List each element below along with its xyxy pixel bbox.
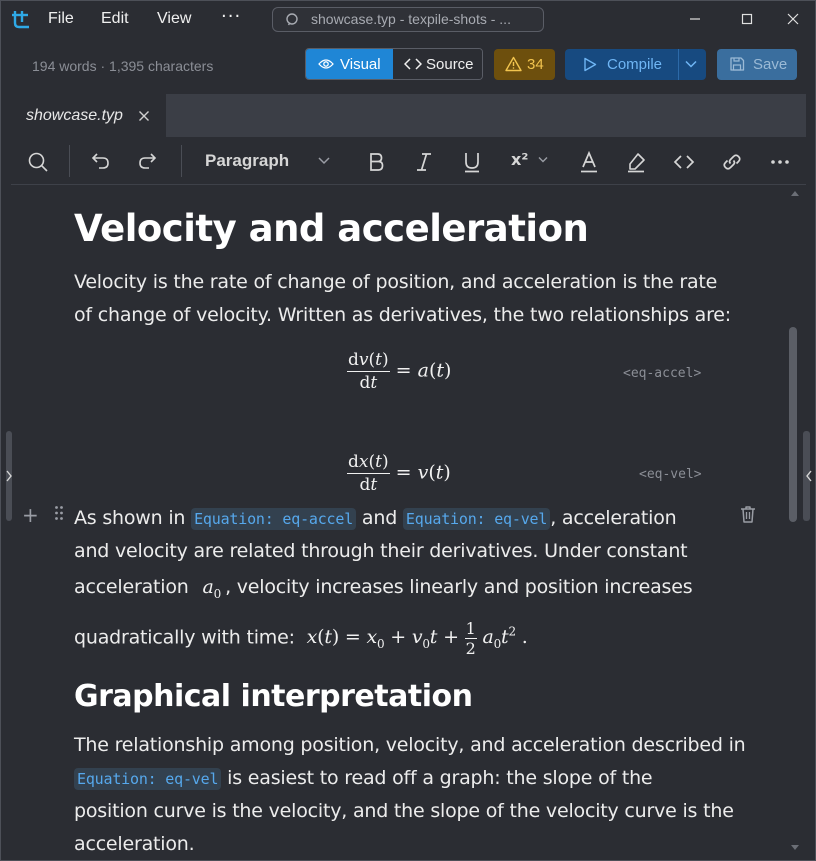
link-icon[interactable] bbox=[721, 151, 743, 173]
paragraph-relations-line1[interactable]: As shown in Equation: eq-accel and Equat… bbox=[74, 502, 677, 535]
compile-divider bbox=[678, 49, 679, 80]
paragraph-graph-line2[interactable]: Equation: eq-vel is easiest to read off … bbox=[74, 762, 653, 795]
close-tab-icon[interactable] bbox=[138, 110, 150, 122]
code-icon[interactable] bbox=[673, 151, 695, 173]
block-type-select[interactable]: Paragraph bbox=[205, 151, 289, 171]
paragraph-relations-line2[interactable]: and velocity are related through their d… bbox=[74, 535, 688, 568]
text-run: , acceleration bbox=[550, 507, 677, 529]
text-run: and bbox=[361, 507, 398, 529]
right-panel-toggle[interactable] bbox=[801, 431, 815, 521]
more-options-icon[interactable] bbox=[769, 151, 791, 173]
source-label: Source bbox=[426, 56, 474, 73]
minimize-icon[interactable] bbox=[685, 9, 705, 29]
math-position-equation: x(t) = x0 + v0t + 12 a0t2 . bbox=[306, 618, 528, 658]
vertical-scrollbar-thumb[interactable] bbox=[789, 327, 797, 522]
source-mode-button[interactable]: Source bbox=[393, 49, 482, 79]
bold-icon[interactable] bbox=[365, 151, 387, 173]
compile-label: Compile bbox=[607, 56, 663, 73]
math-a0: a0 bbox=[202, 576, 222, 601]
close-window-icon[interactable] bbox=[783, 9, 803, 29]
text-run: is easiest to read off a graph: the slop… bbox=[227, 767, 653, 789]
view-mode-toggle: Visual Source bbox=[305, 48, 483, 80]
editor-area[interactable]: Velocity and acceleration Velocity is th… bbox=[11, 185, 806, 860]
reference-eq-vel[interactable]: Equation: eq-vel bbox=[402, 508, 551, 530]
paragraph-graph-line1[interactable]: The relationship among position, velocit… bbox=[74, 729, 746, 762]
highlight-icon[interactable] bbox=[625, 151, 647, 173]
find-icon[interactable] bbox=[27, 151, 49, 173]
compile-button[interactable]: Compile bbox=[565, 49, 706, 80]
visual-mode-button[interactable]: Visual bbox=[306, 49, 393, 79]
paragraph-relations-line4[interactable]: quadratically with time: x(t) = x0 + v0t… bbox=[74, 616, 528, 661]
maximize-icon[interactable] bbox=[737, 9, 757, 29]
tab-strip: showcase.typ bbox=[11, 94, 806, 137]
chevron-down-icon[interactable] bbox=[685, 60, 697, 68]
equation-label-accel: <eq-accel> bbox=[623, 366, 702, 381]
menu-edit[interactable]: Edit bbox=[101, 10, 129, 28]
text-color-icon[interactable] bbox=[578, 151, 600, 173]
scroll-down-icon[interactable] bbox=[790, 843, 800, 853]
drag-handle-icon[interactable] bbox=[54, 505, 64, 521]
code-icon bbox=[404, 58, 422, 70]
paragraph-relations-line3[interactable]: acceleration a0, velocity increases line… bbox=[74, 571, 693, 611]
format-toolbar: Paragraph x² bbox=[11, 138, 806, 185]
text-run: , velocity increases linearly and positi… bbox=[225, 576, 693, 598]
warnings-button[interactable]: 34 bbox=[494, 49, 555, 80]
text-run: quadratically with time: bbox=[74, 626, 295, 649]
menu-view[interactable]: View bbox=[157, 10, 191, 28]
equation-vel[interactable]: dx(t) dt = v(t) bbox=[347, 451, 451, 496]
heading-velocity-acceleration[interactable]: Velocity and acceleration bbox=[74, 207, 589, 250]
text-run: acceleration bbox=[74, 576, 189, 598]
undo-icon[interactable] bbox=[89, 151, 111, 173]
left-panel-toggle[interactable] bbox=[1, 431, 13, 521]
play-icon bbox=[584, 57, 597, 72]
toolbar-divider bbox=[181, 145, 182, 177]
tab-showcase[interactable]: showcase.typ bbox=[11, 94, 166, 137]
title-bar: File Edit View ··· showcase.typ - texpil… bbox=[1, 1, 815, 39]
superscript-button[interactable]: x² bbox=[511, 150, 528, 172]
chevron-down-icon[interactable] bbox=[317, 155, 331, 167]
save-button[interactable]: Save bbox=[717, 49, 797, 80]
search-icon bbox=[286, 13, 298, 26]
italic-icon[interactable] bbox=[413, 151, 435, 173]
menu-more[interactable]: ··· bbox=[221, 6, 241, 27]
app-logo-icon bbox=[12, 11, 29, 29]
add-block-button[interactable]: + bbox=[22, 503, 39, 527]
tab-label: showcase.typ bbox=[26, 107, 123, 124]
underline-icon[interactable] bbox=[461, 151, 483, 173]
paragraph-graph-line4[interactable]: acceleration. bbox=[74, 828, 195, 860]
text-run: As shown in bbox=[74, 507, 186, 529]
menu-file[interactable]: File bbox=[48, 10, 74, 28]
chevron-down-icon[interactable] bbox=[537, 155, 549, 165]
redo-icon[interactable] bbox=[137, 151, 159, 173]
warning-count: 34 bbox=[527, 56, 544, 73]
reference-eq-vel[interactable]: Equation: eq-vel bbox=[74, 768, 222, 790]
trash-icon[interactable] bbox=[738, 504, 758, 524]
warning-icon bbox=[505, 56, 522, 72]
heading-graphical-interpretation[interactable]: Graphical interpretation bbox=[74, 679, 473, 714]
command-search[interactable]: showcase.typ - texpile-shots - ... bbox=[272, 7, 544, 32]
save-icon bbox=[730, 57, 745, 71]
equation-accel[interactable]: dv(t) dt = a(t) bbox=[347, 349, 451, 394]
equation-label-vel: <eq-vel> bbox=[639, 467, 702, 482]
scroll-up-icon[interactable] bbox=[790, 188, 800, 198]
paragraph-intro[interactable]: Velocity is the rate of change of positi… bbox=[74, 266, 734, 332]
search-text: showcase.typ - texpile-shots - ... bbox=[311, 11, 511, 27]
reference-eq-accel[interactable]: Equation: eq-accel bbox=[191, 508, 357, 530]
toolbar-divider bbox=[69, 145, 70, 177]
save-label: Save bbox=[753, 56, 788, 73]
visual-label: Visual bbox=[340, 56, 381, 73]
app-window: File Edit View ··· showcase.typ - texpil… bbox=[0, 0, 816, 861]
paragraph-graph-line3[interactable]: position curve is the velocity, and the … bbox=[74, 795, 734, 828]
document-stats: 194 words · 1,395 characters bbox=[32, 58, 214, 74]
eye-icon bbox=[318, 59, 334, 69]
